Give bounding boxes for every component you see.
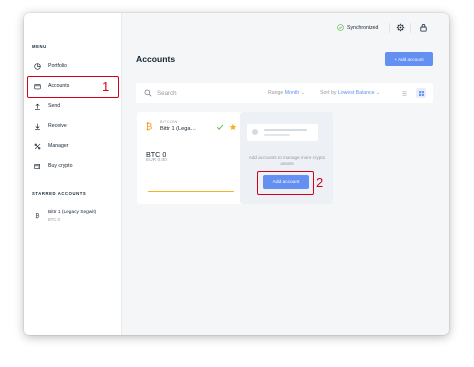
account-name: Bittr 1 (Lega… [160,126,197,132]
search-input[interactable] [157,89,247,97]
buy-crypto-icon [33,162,42,171]
chevron-down-icon: ⌄ [375,90,381,96]
starred-account-name: Bittr 1 (Legacy Segwit) [48,210,97,215]
annotation-marker-1: 1 [102,79,110,94]
starred-account-item[interactable]: ₿ Bittr 1 (Legacy Segwit) BTC 0 [33,210,117,222]
bitcoin-icon: ₿ [33,211,42,220]
sort-filter[interactable]: Sort by Lowest Balance ⌄ [320,90,380,96]
range-filter[interactable]: Range Month ⌄ [268,90,305,96]
sidebar-item-buy-crypto[interactable]: Buy crypto [33,159,117,173]
app-window: MENU Portfolio Accounts Send Receive Man… [24,13,449,335]
placeholder-dot [252,129,258,135]
svg-text:₿: ₿ [35,213,39,219]
svg-text:₿: ₿ [146,122,153,132]
sidebar-item-label: Manager [48,143,69,149]
range-label: Range [268,90,284,96]
star-icon[interactable] [229,123,237,131]
starred-accounts-label: STARRED ACCOUNTS [32,191,87,196]
search-bar: Range Month ⌄ Sort by Lowest Balance ⌄ [136,83,433,103]
range-value: Month [284,90,300,96]
send-icon [33,102,42,111]
sync-status-label: Synchronized [347,24,379,31]
add-account-hint: Add accounts to manage more crypto asset… [248,155,326,167]
gear-icon[interactable] [396,23,405,32]
search-icon [144,89,152,97]
receive-icon [33,122,42,131]
manager-icon [33,142,42,151]
chevron-down-icon: ⌄ [300,90,305,96]
lock-icon[interactable] [419,23,428,32]
list-view-icon[interactable] [399,88,409,98]
sidebar-item-label: Receive [48,123,67,129]
account-card[interactable]: ₿ BITCOIN Bittr 1 (Lega… BTC 0 EUR 0.00 [137,112,247,204]
page-title: Accounts [136,54,176,64]
sidebar-item-send[interactable]: Send [33,99,117,113]
add-account-button-top[interactable]: + Add account [385,52,433,66]
topbar-divider [410,23,411,33]
topbar-divider [389,23,390,33]
sidebar-item-label: Buy crypto [48,163,73,169]
sidebar-item-portfolio[interactable]: Portfolio [33,59,117,73]
highlight-add-account [257,171,314,195]
placeholder-account-preview [247,124,318,141]
grid-view-icon[interactable] [416,88,426,98]
bitcoin-icon: ₿ [146,122,153,132]
placeholder-bar [264,134,290,136]
sidebar-item-label: Portfolio [48,63,68,69]
sidebar-item-manager[interactable]: Manager [33,139,117,153]
placeholder-bar [264,129,307,131]
sync-status[interactable]: Synchronized [337,24,378,31]
sidebar-item-label: Send [48,103,61,109]
sidebar: MENU Portfolio Accounts Send Receive Man… [24,13,122,335]
sidebar-item-receive[interactable]: Receive [33,119,117,133]
starred-account-balance: BTC 0 [48,216,60,222]
portfolio-icon [33,62,42,71]
menu-section-label: MENU [32,44,47,49]
check-icon [216,124,224,130]
sort-value: Lowest Balance [337,90,375,96]
account-fiat-balance: EUR 0.00 [146,158,167,163]
annotation-marker-2: 2 [316,175,324,190]
balance-chart-line [148,191,234,192]
sort-label: Sort by [320,90,337,96]
coin-ticker: BITCOIN [160,120,178,124]
sync-check-icon [337,24,344,31]
